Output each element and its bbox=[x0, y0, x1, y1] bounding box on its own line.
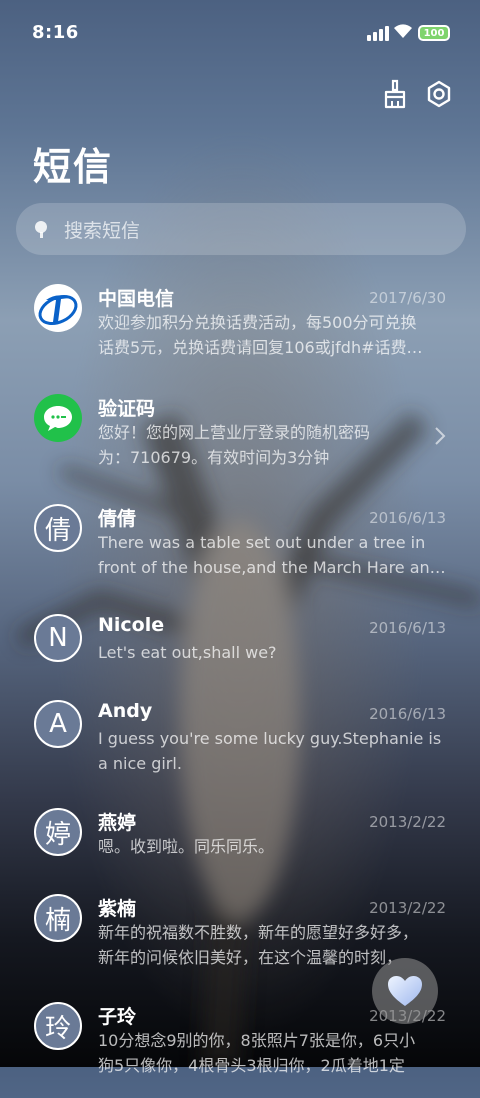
telecom-logo-avatar bbox=[34, 284, 82, 332]
contact-avatar: 婷 bbox=[34, 808, 82, 856]
conversation-item[interactable]: 婷 燕婷 2013/2/22 嗯。收到啦。同乐同乐。 bbox=[0, 794, 480, 880]
search-input[interactable]: 搜索短信 bbox=[64, 216, 140, 243]
preview-line: 话费5元，兑换话费请回复106或jfdh#话费… bbox=[98, 338, 423, 357]
preview-line: I guess you're some lucky guy.Stephanie … bbox=[98, 729, 442, 748]
preview-line: There was a table set out under a tree i… bbox=[98, 533, 426, 552]
preview-line: a nice girl. bbox=[98, 754, 182, 773]
preview-line: 狗5只像你，4根骨头3根归你，2瓜着地1定 bbox=[98, 1056, 405, 1075]
preview-line: Let's eat out,shall we? bbox=[98, 643, 277, 662]
contact-name: 紫楠 bbox=[98, 898, 137, 920]
battery-level: 100 bbox=[423, 27, 445, 39]
floating-heart-button[interactable] bbox=[372, 958, 438, 1024]
preview-line: 您好！您的网上营业厅登录的随机密码 bbox=[98, 423, 371, 442]
contact-avatar: N bbox=[34, 614, 82, 662]
conversation-item[interactable]: 验证码 您好！您的网上营业厅登录的随机密码 为：710679。有效时间为3分钟 bbox=[0, 380, 480, 490]
preview-line: front of the house,and the March Hare an… bbox=[98, 558, 446, 577]
signal-icon bbox=[367, 26, 389, 41]
wifi-icon bbox=[394, 24, 412, 38]
message-date: 2016/6/13 bbox=[369, 619, 446, 637]
contact-name: 燕婷 bbox=[98, 812, 137, 834]
contact-name: 倩倩 bbox=[98, 508, 137, 530]
search-bar[interactable]: 搜索短信 bbox=[16, 203, 466, 255]
contact-avatar: 玲 bbox=[34, 1002, 82, 1050]
preview-line: 新年的祝福数不胜数，新年的愿望好多好多， bbox=[98, 923, 419, 942]
message-preview: 嗯。收到啦。同乐同乐。 bbox=[98, 834, 448, 859]
china-telecom-logo-icon bbox=[38, 294, 78, 326]
battery-icon: 100 bbox=[418, 25, 450, 41]
status-time: 8:16 bbox=[32, 22, 79, 43]
contact-name: 中国电信 bbox=[98, 288, 175, 310]
heart-icon bbox=[388, 976, 422, 1006]
contact-avatar: A bbox=[34, 700, 82, 748]
page-title: 短信 bbox=[33, 145, 114, 189]
message-preview: I guess you're some lucky guy.Stephanie … bbox=[98, 726, 448, 776]
chevron-right-icon[interactable] bbox=[434, 426, 446, 446]
sms-bubble-icon bbox=[44, 406, 72, 431]
contact-avatar: 楠 bbox=[34, 894, 82, 942]
message-preview: 欢迎参加积分兑换话费活动，每500分可兑换 话费5元，兑换话费请回复106或jf… bbox=[98, 310, 448, 360]
preview-line: 10分想念9别的你，8张照片7张是你，6只小 bbox=[98, 1031, 416, 1050]
contact-avatar: 倩 bbox=[34, 504, 82, 552]
contact-name: Nicole bbox=[98, 614, 165, 636]
settings-gear-icon[interactable] bbox=[424, 78, 454, 110]
message-date: 2017/6/30 bbox=[369, 289, 446, 307]
message-date: 2016/6/13 bbox=[369, 509, 446, 527]
message-date: 2013/2/22 bbox=[369, 899, 446, 917]
contact-name: 验证码 bbox=[98, 398, 156, 420]
sms-avatar bbox=[34, 394, 82, 442]
contact-name: 子玲 bbox=[98, 1006, 137, 1028]
message-date: 2016/6/13 bbox=[369, 705, 446, 723]
conversation-item[interactable]: N Nicole 2016/6/13 Let's eat out,shall w… bbox=[0, 600, 480, 686]
message-preview: Let's eat out,shall we? bbox=[98, 640, 448, 665]
conversation-item[interactable]: A Andy 2016/6/13 I guess you're some luc… bbox=[0, 686, 480, 794]
clean-broom-icon[interactable] bbox=[380, 78, 410, 110]
preview-line: 嗯。收到啦。同乐同乐。 bbox=[98, 837, 275, 856]
message-preview: There was a table set out under a tree i… bbox=[98, 530, 448, 580]
status-bar: 8:16 100 bbox=[0, 0, 480, 66]
conversation-item[interactable]: 中国电信 2017/6/30 欢迎参加积分兑换话费活动，每500分可兑换 话费5… bbox=[0, 270, 480, 380]
message-preview: 您好！您的网上营业厅登录的随机密码 为：710679。有效时间为3分钟 bbox=[98, 420, 448, 470]
preview-line: 欢迎参加积分兑换话费活动，每500分可兑换 bbox=[98, 313, 417, 332]
contact-name: Andy bbox=[98, 700, 153, 722]
preview-line: 为：710679。有效时间为3分钟 bbox=[98, 448, 330, 467]
search-icon bbox=[35, 221, 47, 238]
conversation-item[interactable]: 倩 倩倩 2016/6/13 There was a table set out… bbox=[0, 490, 480, 600]
message-preview: 10分想念9别的你，8张照片7张是你，6只小 狗5只像你，4根骨头3根归你，2瓜… bbox=[98, 1028, 448, 1078]
message-date: 2013/2/22 bbox=[369, 813, 446, 831]
